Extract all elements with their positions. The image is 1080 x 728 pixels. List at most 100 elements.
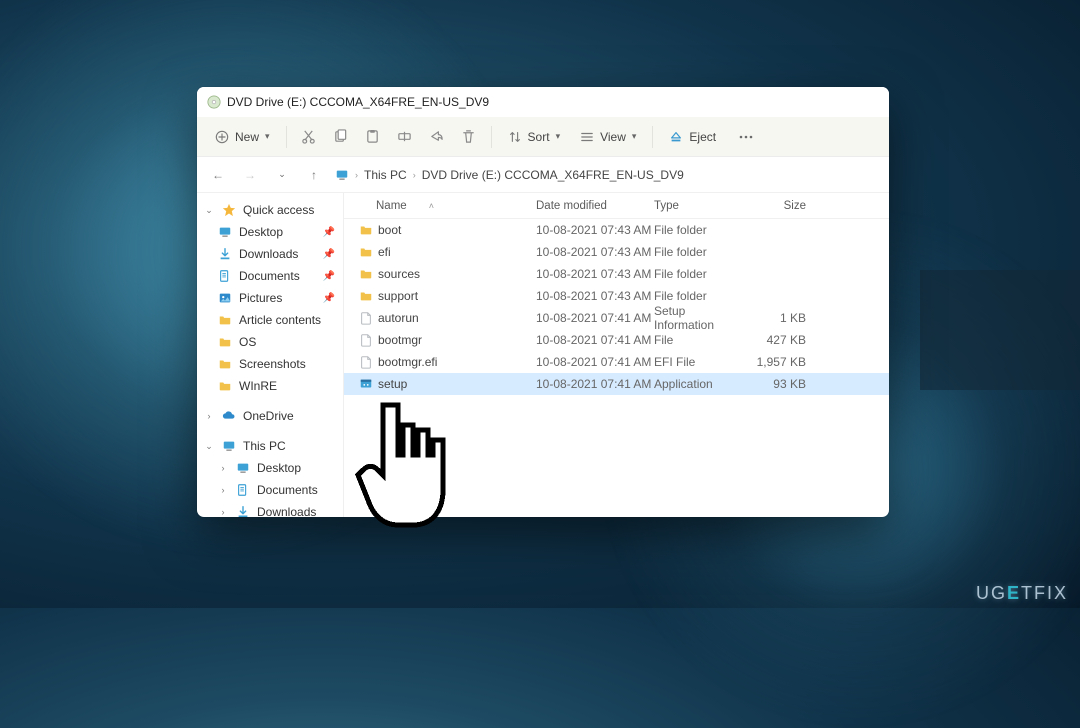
- chevron-down-icon: ⌄: [203, 441, 215, 452]
- up-button[interactable]: ↑: [303, 164, 325, 186]
- file-name: autorun: [376, 311, 536, 325]
- file-row[interactable]: bootmgr10-08-2021 07:41 AMFile427 KB: [344, 329, 889, 351]
- file-row[interactable]: setup10-08-2021 07:41 AMApplication93 KB: [344, 373, 889, 395]
- eject-label: Eject: [689, 130, 716, 144]
- file-size: 1 KB: [746, 311, 806, 325]
- sidebar-item[interactable]: Pictures📌: [197, 287, 343, 309]
- pc-icon: [221, 438, 237, 454]
- file-row[interactable]: efi10-08-2021 07:43 AMFile folder: [344, 241, 889, 263]
- file-size: 427 KB: [746, 333, 806, 347]
- cut-button[interactable]: [295, 123, 323, 151]
- file-name: bootmgr.efi: [376, 355, 536, 369]
- file-date: 10-08-2021 07:41 AM: [536, 333, 654, 347]
- new-button[interactable]: New ▾: [207, 125, 278, 149]
- sidebar-item[interactable]: Documents 📌: [197, 265, 343, 287]
- folder-icon: [356, 223, 376, 237]
- pin-icon: 📌: [323, 227, 335, 238]
- crumb-this-pc[interactable]: This PC: [364, 168, 407, 182]
- column-type[interactable]: Type: [654, 200, 746, 212]
- sidebar-item-onedrive[interactable]: › OneDrive: [197, 405, 343, 427]
- sidebar-item-quick-access[interactable]: ⌄ Quick access: [197, 199, 343, 221]
- file-type: EFI File: [654, 355, 746, 369]
- sidebar-item-label: Downloads: [239, 247, 298, 261]
- file-type: File folder: [654, 223, 746, 237]
- breadcrumb[interactable]: › This PC › DVD Drive (E:) CCCOMA_X64FRE…: [335, 168, 879, 182]
- file-name: setup: [376, 377, 536, 391]
- desktop-icon: [235, 460, 251, 476]
- file-explorer-window: DVD Drive (E:) CCCOMA_X64FRE_EN-US_DV9 N…: [197, 87, 889, 517]
- sort-label: Sort: [528, 130, 550, 144]
- forward-button[interactable]: →: [239, 164, 261, 186]
- sidebar-item[interactable]: Screenshots: [197, 353, 343, 375]
- file-name: boot: [376, 223, 536, 237]
- column-headers[interactable]: Name˄ Date modified Type Size: [344, 193, 889, 219]
- copy-button[interactable]: [327, 123, 355, 151]
- sidebar-item[interactable]: ›Downloads: [197, 501, 343, 517]
- folder-icon: [356, 245, 376, 259]
- chevron-down-icon: ▾: [556, 131, 561, 142]
- file-type: File: [654, 333, 746, 347]
- file-date: 10-08-2021 07:41 AM: [536, 311, 654, 325]
- sidebar-item-label: Desktop: [257, 461, 301, 475]
- sort-button[interactable]: Sort ▾: [500, 125, 569, 149]
- sidebar-item[interactable]: OS: [197, 331, 343, 353]
- sidebar-item-label: Quick access: [243, 203, 314, 217]
- file-row[interactable]: autorun10-08-2021 07:41 AMSetup Informat…: [344, 307, 889, 329]
- chevron-down-icon: ▾: [265, 131, 270, 142]
- desktop-icon: [217, 224, 233, 240]
- file-type: File folder: [654, 289, 746, 303]
- new-label: New: [235, 130, 259, 144]
- file-name: efi: [376, 245, 536, 259]
- pin-icon: 📌: [323, 271, 335, 282]
- delete-button[interactable]: [455, 123, 483, 151]
- file-row[interactable]: sources10-08-2021 07:43 AMFile folder: [344, 263, 889, 285]
- sidebar-item[interactable]: Downloads📌: [197, 243, 343, 265]
- chevron-right-icon: ›: [217, 485, 229, 495]
- more-button[interactable]: [732, 123, 760, 151]
- back-button[interactable]: ←: [207, 164, 229, 186]
- recent-locations-button[interactable]: ⌄: [271, 164, 293, 186]
- column-date[interactable]: Date modified: [536, 200, 654, 212]
- file-name: bootmgr: [376, 333, 536, 347]
- watermark: UGETFIX: [976, 583, 1068, 604]
- app-icon: [356, 377, 376, 391]
- sidebar-item-label: WInRE: [239, 379, 277, 393]
- file-date: 10-08-2021 07:41 AM: [536, 355, 654, 369]
- file-row[interactable]: support10-08-2021 07:43 AMFile folder: [344, 285, 889, 307]
- sidebar-item[interactable]: ›Desktop: [197, 457, 343, 479]
- crumb-drive[interactable]: DVD Drive (E:) CCCOMA_X64FRE_EN-US_DV9: [422, 168, 684, 182]
- column-size[interactable]: Size: [746, 200, 806, 212]
- file-name: support: [376, 289, 536, 303]
- sidebar-item[interactable]: WInRE: [197, 375, 343, 397]
- file-row[interactable]: bootmgr.efi10-08-2021 07:41 AMEFI File1,…: [344, 351, 889, 373]
- sidebar-item-this-pc[interactable]: ⌄ This PC: [197, 435, 343, 457]
- folder-icon: [217, 356, 233, 372]
- file-icon: [356, 311, 376, 325]
- share-button[interactable]: [423, 123, 451, 151]
- file-date: 10-08-2021 07:43 AM: [536, 245, 654, 259]
- chevron-down-icon: ▾: [632, 131, 637, 142]
- sidebar-item[interactable]: Desktop📌: [197, 221, 343, 243]
- sidebar-item[interactable]: Article contents: [197, 309, 343, 331]
- file-date: 10-08-2021 07:43 AM: [536, 223, 654, 237]
- sidebar-item[interactable]: ›Documents: [197, 479, 343, 501]
- navigation-pane: ⌄ Quick access Desktop📌Downloads📌Documen…: [197, 193, 344, 517]
- paste-button[interactable]: [359, 123, 387, 151]
- sidebar-item-label: Downloads: [257, 505, 316, 517]
- sidebar-item-label: This PC: [243, 439, 286, 453]
- window-title: DVD Drive (E:) CCCOMA_X64FRE_EN-US_DV9: [227, 95, 489, 109]
- column-name[interactable]: Name: [376, 200, 407, 212]
- pictures-icon: [217, 290, 233, 306]
- file-type: Setup Information: [654, 304, 746, 332]
- documents-icon: [217, 268, 233, 284]
- pc-icon: [335, 168, 349, 182]
- view-button[interactable]: View ▾: [572, 125, 644, 149]
- titlebar[interactable]: DVD Drive (E:) CCCOMA_X64FRE_EN-US_DV9: [197, 87, 889, 117]
- crumb-sep-icon: ›: [413, 170, 416, 180]
- rename-button[interactable]: [391, 123, 419, 151]
- eject-button[interactable]: Eject: [661, 125, 724, 149]
- sidebar-item-label: Documents: [239, 269, 300, 283]
- file-row[interactable]: boot10-08-2021 07:43 AMFile folder: [344, 219, 889, 241]
- file-size: 93 KB: [746, 377, 806, 391]
- toolbar: New ▾ Sort ▾ View ▾ Eject: [197, 117, 889, 157]
